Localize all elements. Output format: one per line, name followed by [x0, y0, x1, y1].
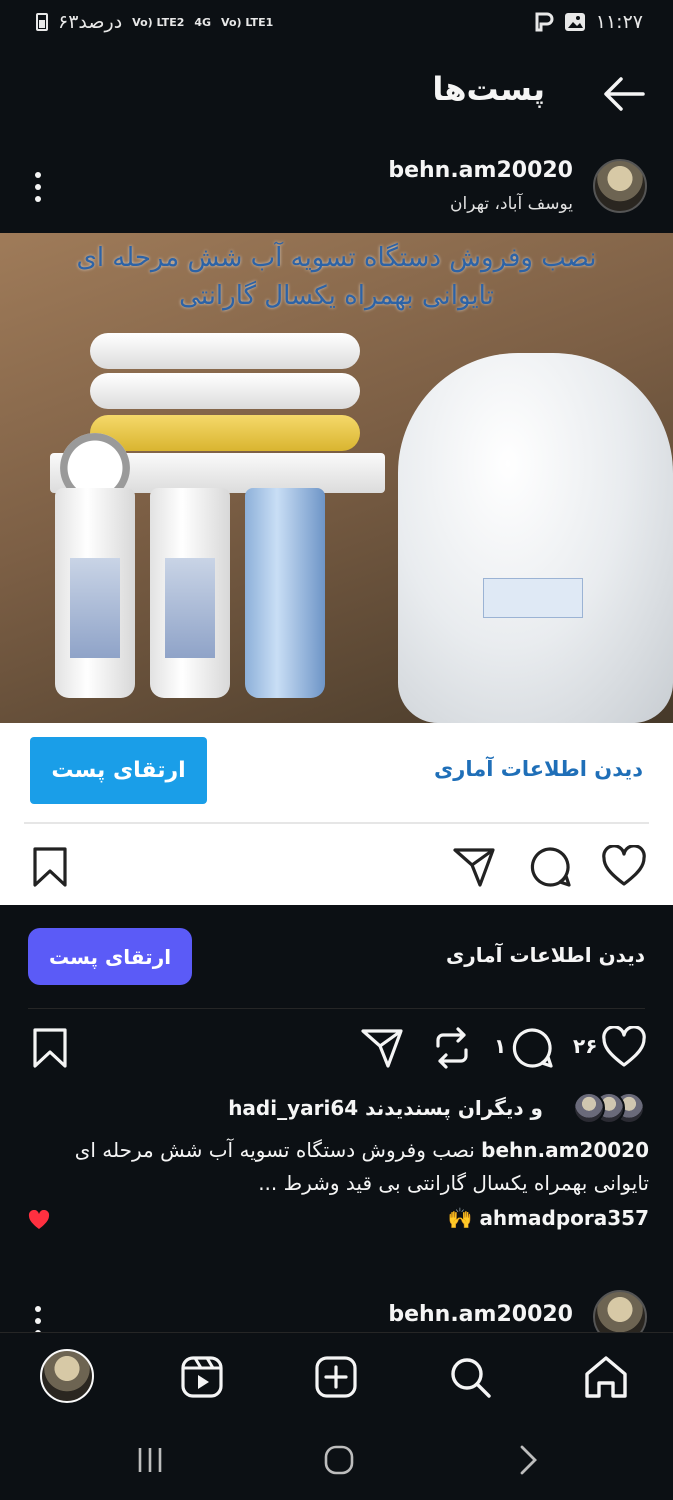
profile-avatar[interactable] [40, 1349, 94, 1403]
battery-text: ۶۳درصد [58, 11, 123, 33]
like-count[interactable]: ۲۶ [573, 1034, 597, 1058]
battery-icon [36, 13, 48, 31]
comment-count[interactable]: ۱ [494, 1034, 506, 1058]
filter-housing [150, 488, 230, 698]
comment-username[interactable]: ahmadpora357 [479, 1206, 649, 1230]
p-notification-icon [535, 12, 554, 32]
next-post-header: behn.am20020 [0, 1284, 673, 1334]
boost-post-button-dark[interactable]: ارتقای پست [28, 928, 192, 985]
next-post-username[interactable]: behn.am20020 [388, 1302, 573, 1327]
tank-label [483, 578, 583, 618]
page-header: پست‌ها [0, 60, 673, 130]
filter-unit [50, 333, 385, 723]
avatar[interactable] [593, 1290, 647, 1334]
filter-housing [55, 488, 135, 698]
back-arrow-icon[interactable] [601, 74, 645, 114]
create-icon[interactable] [312, 1353, 360, 1401]
gallery-notification-icon [564, 13, 585, 31]
heart-icon[interactable] [602, 1026, 646, 1070]
view-insights-link[interactable]: دیدن اطلاعات آماری [434, 757, 643, 781]
membrane-filter [90, 415, 360, 451]
share-icon[interactable] [360, 1026, 404, 1070]
liker-avatar [573, 1092, 605, 1124]
post-location[interactable]: یوسف آباد، تهران [450, 194, 573, 214]
image-caption-line1: نصب وفروش دستگاه تسویه آب شش مرحله ای [76, 243, 597, 273]
post-image[interactable]: نصب وفروش دستگاه تسویه آب شش مرحله ای تا… [0, 233, 673, 723]
status-bar: ۶۳درصد Vo) LTE2 4G Vo) LTE1 ۱۱:۲۷ [0, 0, 673, 44]
home-icon[interactable] [582, 1353, 630, 1401]
view-insights-link-dark[interactable]: دیدن اطلاعات آماری [446, 943, 645, 967]
caption-username[interactable]: behn.am20020 [481, 1138, 649, 1162]
comment-icon[interactable] [510, 1026, 554, 1070]
post-actions: ۱ ۲۶ [0, 1020, 673, 1080]
share-icon[interactable] [452, 845, 496, 889]
recent-apps-icon[interactable] [130, 1440, 170, 1480]
status-right: ۱۱:۲۷ [534, 11, 643, 33]
home-pill-icon[interactable] [319, 1440, 359, 1480]
membrane-filter [90, 333, 360, 369]
more-options-icon[interactable] [28, 1304, 48, 1334]
bookmark-icon[interactable] [28, 1026, 72, 1070]
boost-panel-light: ارتقای پست دیدن اطلاعات آماری [0, 723, 673, 905]
network-type: 4G [194, 15, 212, 29]
filter-housing [245, 488, 325, 698]
clock: ۱۱:۲۷ [595, 11, 643, 33]
likes-suffix: و دیگران پسندیدند [365, 1096, 543, 1120]
back-chevron-icon[interactable] [508, 1440, 548, 1480]
boost-panel-dark: ارتقای پست دیدن اطلاعات آماری [0, 905, 673, 1015]
membrane-filter [90, 373, 360, 409]
repost-icon[interactable] [430, 1026, 474, 1070]
more-options-icon[interactable] [28, 170, 48, 204]
image-caption: نصب وفروش دستگاه تسویه آب شش مرحله ای تا… [0, 239, 673, 315]
likes-text[interactable]: و دیگران پسندیدند hadi_yari64 [228, 1096, 543, 1120]
bottom-nav [0, 1332, 673, 1418]
avatar[interactable] [593, 159, 647, 213]
signal-sim2: Vo) LTE2 [132, 15, 185, 29]
water-tank [398, 353, 673, 723]
divider [24, 822, 649, 824]
image-caption-line2: تایوانی بهمراه یکسال گارانتی [179, 281, 494, 311]
boost-post-button[interactable]: ارتقای پست [30, 737, 207, 804]
system-nav-bar [0, 1418, 673, 1500]
post-header: behn.am20020 یوسف آباد، تهران [0, 150, 673, 230]
signal-sim1: Vo) LTE1 [221, 15, 274, 29]
post-caption[interactable]: behn.am20020 نصب وفروش دستگاه تسویه آب ش… [29, 1134, 649, 1200]
bookmark-icon[interactable] [28, 845, 72, 889]
heart-filled-icon[interactable] [28, 1210, 50, 1230]
likes-user[interactable]: hadi_yari64 [228, 1096, 358, 1120]
divider [28, 1008, 645, 1009]
reels-icon[interactable] [178, 1353, 226, 1401]
search-icon[interactable] [446, 1353, 494, 1401]
comment-preview[interactable]: ahmadpora357 🙌 [448, 1206, 649, 1230]
post-username[interactable]: behn.am20020 [388, 158, 573, 183]
likes-row[interactable]: و دیگران پسندیدند hadi_yari64 [0, 1090, 673, 1130]
status-left: ۶۳درصد Vo) LTE2 4G Vo) LTE1 [36, 11, 273, 33]
heart-icon[interactable] [602, 845, 646, 889]
page-title: پست‌ها [432, 70, 545, 108]
comment-text: 🙌 [447, 1206, 473, 1230]
comment-icon[interactable] [528, 845, 572, 889]
